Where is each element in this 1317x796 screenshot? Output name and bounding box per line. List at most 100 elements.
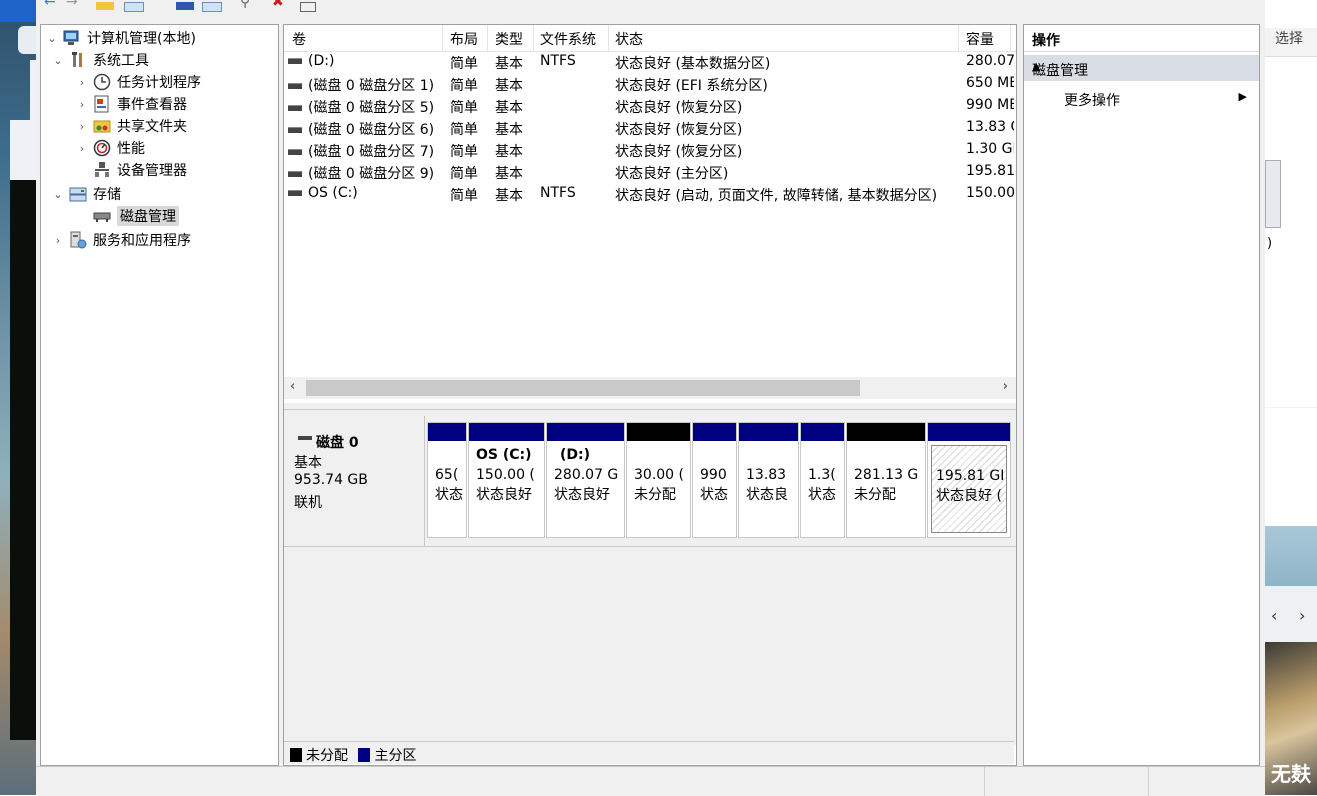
volume-type: 基本 — [495, 56, 523, 72]
toolbar: ← → ⚲ ✖ — [36, 0, 1265, 14]
partition-block[interactable]: 65(状态 — [427, 422, 467, 538]
volume-row[interactable]: (磁盘 0 磁盘分区 1) 简单 基本 状态良好 (EFI 系统分区) 650 … — [284, 73, 1016, 95]
folder-icon[interactable] — [96, 2, 114, 10]
partition-title — [808, 445, 837, 465]
tree-item-disk-management[interactable]: 磁盘管理 — [75, 205, 179, 227]
scroll-right-icon[interactable]: › — [1003, 379, 1008, 394]
horizontal-scrollbar[interactable]: ‹ › — [284, 377, 1016, 399]
partition-status: 状态良好 — [476, 487, 532, 503]
partition-block[interactable]: OS (C:) 150.00 (状态良好 — [468, 422, 545, 538]
partition-status: 未分配 — [854, 487, 896, 503]
connect-icon[interactable]: ⚲ — [240, 0, 258, 10]
column-header-type[interactable]: 类型 — [495, 29, 523, 49]
expander-icon[interactable]: › — [51, 234, 65, 247]
tree-item-computer-management[interactable]: ⌄ 计算机管理(本地) — [45, 27, 196, 49]
partition-status: 未分配 — [634, 487, 676, 503]
delete-icon[interactable]: ✖ — [272, 0, 290, 10]
volume-type: 基本 — [495, 122, 523, 138]
volume-type: 基本 — [495, 144, 523, 160]
scrollbar-thumb[interactable] — [306, 380, 860, 396]
scroll-left-icon[interactable]: ‹ — [290, 379, 295, 394]
partition-block[interactable]: (D:) 280.07 G 状态良好 — [546, 422, 625, 538]
volume-row[interactable]: (磁盘 0 磁盘分区 9) 简单 基本 状态良好 (主分区) 195.81 — [284, 161, 1016, 183]
volume-list: 卷 布局 类型 文件系统 状态 容量 (D:) 简单 基本 NTFS 状态良好 … — [284, 25, 1016, 407]
more-actions-item[interactable]: 更多操作 ▶ — [1024, 85, 1259, 111]
tree-item-performance[interactable]: › 性能 — [75, 137, 145, 159]
background-select-button[interactable]: 选择 — [1275, 28, 1317, 52]
volume-capacity: 150.00 — [966, 185, 1014, 201]
view-icon[interactable] — [202, 2, 222, 12]
partition-bar — [428, 423, 466, 441]
partition-block[interactable]: 13.83 状态良 — [738, 422, 799, 538]
column-header-volume[interactable]: 卷 — [292, 29, 306, 49]
forward-icon[interactable]: → — [66, 0, 84, 10]
column-separator — [608, 25, 609, 51]
volume-layout: 简单 — [450, 166, 478, 182]
partition-block[interactable]: 281.13 G 未分配 — [846, 422, 926, 538]
disk-info-label[interactable]: 磁盘 0 基本 953.74 GB 联机 — [284, 416, 425, 547]
volume-row[interactable]: (D:) 简单 基本 NTFS 状态良好 (基本数据分区) 280.07 — [284, 51, 1016, 73]
background-topbar — [1265, 0, 1317, 28]
tree-item-storage[interactable]: ⌄ 存储 — [51, 183, 121, 205]
tree-item-label: 服务和应用程序 — [93, 233, 191, 249]
volume-status: 状态良好 (恢复分区) — [615, 144, 743, 160]
tree-item-system-tools[interactable]: ⌄ 系统工具 — [51, 49, 149, 71]
volume-name: (磁盘 0 磁盘分区 7) — [308, 144, 435, 160]
tree-item-services-apps[interactable]: › 服务和应用程序 — [51, 229, 191, 251]
volume-layout: 简单 — [450, 144, 478, 160]
volume-name: (磁盘 0 磁盘分区 6) — [308, 122, 435, 138]
computer-management-window: ← → ⚲ ✖ ⌄ 计算机管理(本地) ⌄ 系统工具 › 任务计划程序 › 事件… — [36, 0, 1265, 796]
partition-block-selected[interactable]: 195.81 GI 状态良好 ( — [927, 422, 1011, 538]
help-icon[interactable] — [176, 2, 194, 10]
background-panel — [1265, 408, 1317, 526]
expander-icon[interactable]: › — [75, 142, 89, 155]
volume-layout: 简单 — [450, 100, 478, 116]
expander-icon[interactable]: › — [75, 98, 89, 111]
column-header-layout[interactable]: 布局 — [450, 29, 478, 49]
expander-icon[interactable]: ⌄ — [51, 54, 65, 67]
volume-row[interactable]: (磁盘 0 磁盘分区 7) 简单 基本 状态良好 (恢复分区) 1.30 GE — [284, 139, 1016, 161]
column-header-filesystem[interactable]: 文件系统 — [540, 29, 596, 49]
expander-icon[interactable]: ⌄ — [45, 32, 59, 45]
volume-status: 状态良好 (恢复分区) — [615, 122, 743, 138]
tree-item-shared-folders[interactable]: › 共享文件夹 — [75, 115, 187, 137]
partition-block[interactable]: 990 状态 — [692, 422, 737, 538]
volume-capacity: 280.07 — [966, 53, 1014, 69]
expander-icon[interactable]: › — [75, 120, 89, 133]
volume-layout: 简单 — [450, 122, 478, 138]
carousel-next-icon[interactable]: › — [1299, 606, 1305, 625]
partition-bar — [847, 423, 925, 441]
back-icon[interactable]: ← — [44, 0, 62, 10]
column-header-status[interactable]: 状态 — [615, 29, 643, 49]
partition-block[interactable]: 1.3(状态 — [800, 422, 845, 538]
tree-item-event-viewer[interactable]: › 事件查看器 — [75, 93, 187, 115]
partition-block[interactable]: 30.00 (未分配 — [626, 422, 691, 538]
pane-splitter[interactable] — [284, 403, 1016, 410]
volume-name: (磁盘 0 磁盘分区 5) — [308, 100, 435, 116]
partition-title — [700, 445, 729, 465]
taskbar-accent — [0, 0, 36, 22]
partition-title — [936, 446, 1002, 466]
collapse-up-icon[interactable]: ▲ — [1032, 60, 1247, 73]
console-icon[interactable] — [300, 2, 316, 12]
performance-icon — [93, 139, 111, 157]
tree-item-task-scheduler[interactable]: › 任务计划程序 — [75, 71, 201, 93]
volume-name: (磁盘 0 磁盘分区 9) — [308, 166, 435, 182]
properties-icon[interactable] — [124, 2, 144, 12]
navigation-tree: ⌄ 计算机管理(本地) ⌄ 系统工具 › 任务计划程序 › 事件查看器 › 共享… — [40, 24, 279, 766]
expander-icon[interactable]: ⌄ — [51, 188, 65, 201]
partition-status: 状态 — [700, 487, 728, 503]
volume-filesystem: NTFS — [540, 53, 576, 69]
volume-row[interactable]: (磁盘 0 磁盘分区 6) 简单 基本 状态良好 (恢复分区) 13.83 G — [284, 117, 1016, 139]
actions-section-disk-management[interactable]: 磁盘管理 ▲ — [1024, 55, 1259, 81]
volume-status: 状态良好 (启动, 页面文件, 故障转储, 基本数据分区) — [615, 188, 938, 204]
carousel-prev-icon[interactable]: ‹ — [1271, 606, 1277, 625]
volume-row[interactable]: (磁盘 0 磁盘分区 5) 简单 基本 状态良好 (恢复分区) 990 ME — [284, 95, 1016, 117]
column-header-capacity[interactable]: 容量 — [966, 29, 994, 49]
tree-item-device-manager[interactable]: 设备管理器 — [75, 159, 187, 181]
volume-row[interactable]: OS (C:) 简单 基本 NTFS 状态良好 (启动, 页面文件, 故障转储,… — [284, 183, 1016, 205]
volume-capacity: 1.30 GE — [966, 141, 1014, 157]
expander-icon[interactable]: › — [75, 76, 89, 89]
column-separator — [487, 25, 488, 51]
partition-size: 280.07 G — [554, 467, 619, 483]
